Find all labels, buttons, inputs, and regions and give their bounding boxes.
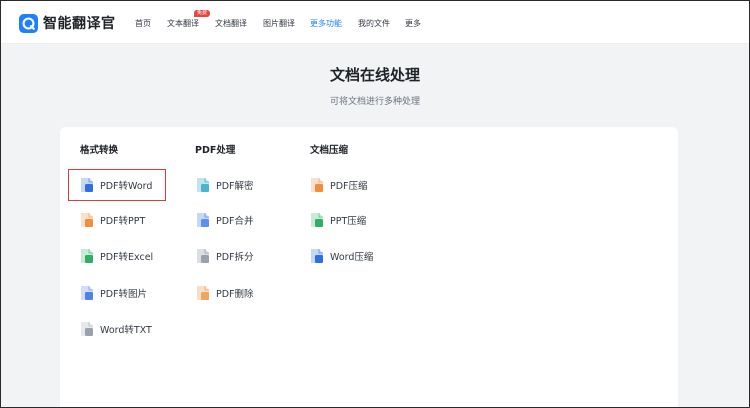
pdf-delete-icon bbox=[197, 286, 209, 300]
pdf-split-icon bbox=[197, 249, 209, 263]
tool-label: PDF解密 bbox=[216, 181, 254, 192]
ppt-compress-icon bbox=[311, 213, 323, 227]
tool-item-word-compress[interactable]: Word压缩 bbox=[310, 248, 373, 264]
app-logo-icon bbox=[19, 13, 38, 33]
pdf-to-image-icon bbox=[81, 286, 93, 300]
nav-home[interactable]: 首页 bbox=[135, 18, 151, 29]
nav-document-translate[interactable]: 文档翻译 bbox=[215, 18, 247, 29]
page-subtitle: 可将文档进行多种处理 bbox=[329, 97, 420, 107]
tool-item-pdf-to-excel[interactable]: PDF转Excel bbox=[80, 248, 153, 264]
tool-label: PDF转Excel bbox=[100, 252, 154, 263]
pdf-decrypt-icon bbox=[197, 178, 209, 192]
nav-image-translate[interactable]: 图片翻译 bbox=[263, 18, 295, 29]
tool-item-pdf-merge[interactable]: PDF合并 bbox=[196, 212, 254, 228]
tool-label: PDF删除 bbox=[216, 289, 254, 300]
tool-item-pdf-split[interactable]: PDF拆分 bbox=[196, 248, 254, 264]
tool-label: PDF压缩 bbox=[330, 181, 368, 192]
tool-label: PDF转PPT bbox=[100, 216, 146, 227]
pdf-merge-icon bbox=[197, 213, 209, 227]
tool-label: PDF转图片 bbox=[100, 289, 148, 300]
nav-more-features[interactable]: 更多功能 bbox=[310, 18, 342, 29]
pdf-compress-icon bbox=[311, 178, 323, 192]
tool-item-pdf-decrypt[interactable]: PDF解密 bbox=[196, 177, 254, 193]
tool-item-pdf-to-word[interactable]: PDF转Word bbox=[80, 177, 152, 193]
tool-label: PPT压缩 bbox=[330, 216, 367, 227]
nav-my-files[interactable]: 我的文件 bbox=[358, 18, 390, 29]
tool-label: PDF拆分 bbox=[216, 252, 254, 263]
column-title-document-compression: 文档压缩 bbox=[310, 145, 349, 156]
tool-label: Word转TXT bbox=[100, 325, 152, 336]
column-title-format-conversion: 格式转换 bbox=[80, 145, 119, 156]
tool-item-pdf-to-ppt[interactable]: PDF转PPT bbox=[80, 212, 145, 228]
pdf-to-word-icon bbox=[81, 178, 93, 192]
logo[interactable]: 智能翻译官 bbox=[19, 12, 116, 34]
tool-item-pdf-delete[interactable]: PDF删除 bbox=[196, 285, 254, 301]
tools-card bbox=[60, 127, 678, 408]
word-to-txt-icon bbox=[81, 322, 93, 336]
tool-item-pdf-compress[interactable]: PDF压缩 bbox=[310, 177, 368, 193]
tool-label: PDF转Word bbox=[100, 181, 153, 192]
top-navigation-bar: 智能翻译官 首页 文本翻译 免费 文档翻译 图片翻译 更多功能 我的文件 更多 bbox=[1, 1, 749, 44]
nav-text-translate[interactable]: 文本翻译 bbox=[167, 18, 199, 29]
tool-item-ppt-compress[interactable]: PPT压缩 bbox=[310, 212, 366, 228]
word-compress-icon bbox=[311, 249, 323, 263]
pdf-to-ppt-icon bbox=[81, 213, 93, 227]
nav-more[interactable]: 更多 bbox=[405, 18, 421, 29]
page-title: 文档在线处理 bbox=[329, 66, 420, 84]
tool-item-word-to-txt[interactable]: Word转TXT bbox=[80, 321, 152, 337]
free-badge: 免费 bbox=[194, 10, 211, 17]
tool-label: Word压缩 bbox=[330, 252, 374, 263]
pdf-to-excel-icon bbox=[81, 249, 93, 263]
column-title-pdf-processing: PDF处理 bbox=[195, 145, 236, 156]
tool-item-pdf-to-image[interactable]: PDF转图片 bbox=[80, 285, 147, 301]
logo-text: 智能翻译官 bbox=[43, 16, 116, 32]
tool-label: PDF合并 bbox=[216, 216, 254, 227]
